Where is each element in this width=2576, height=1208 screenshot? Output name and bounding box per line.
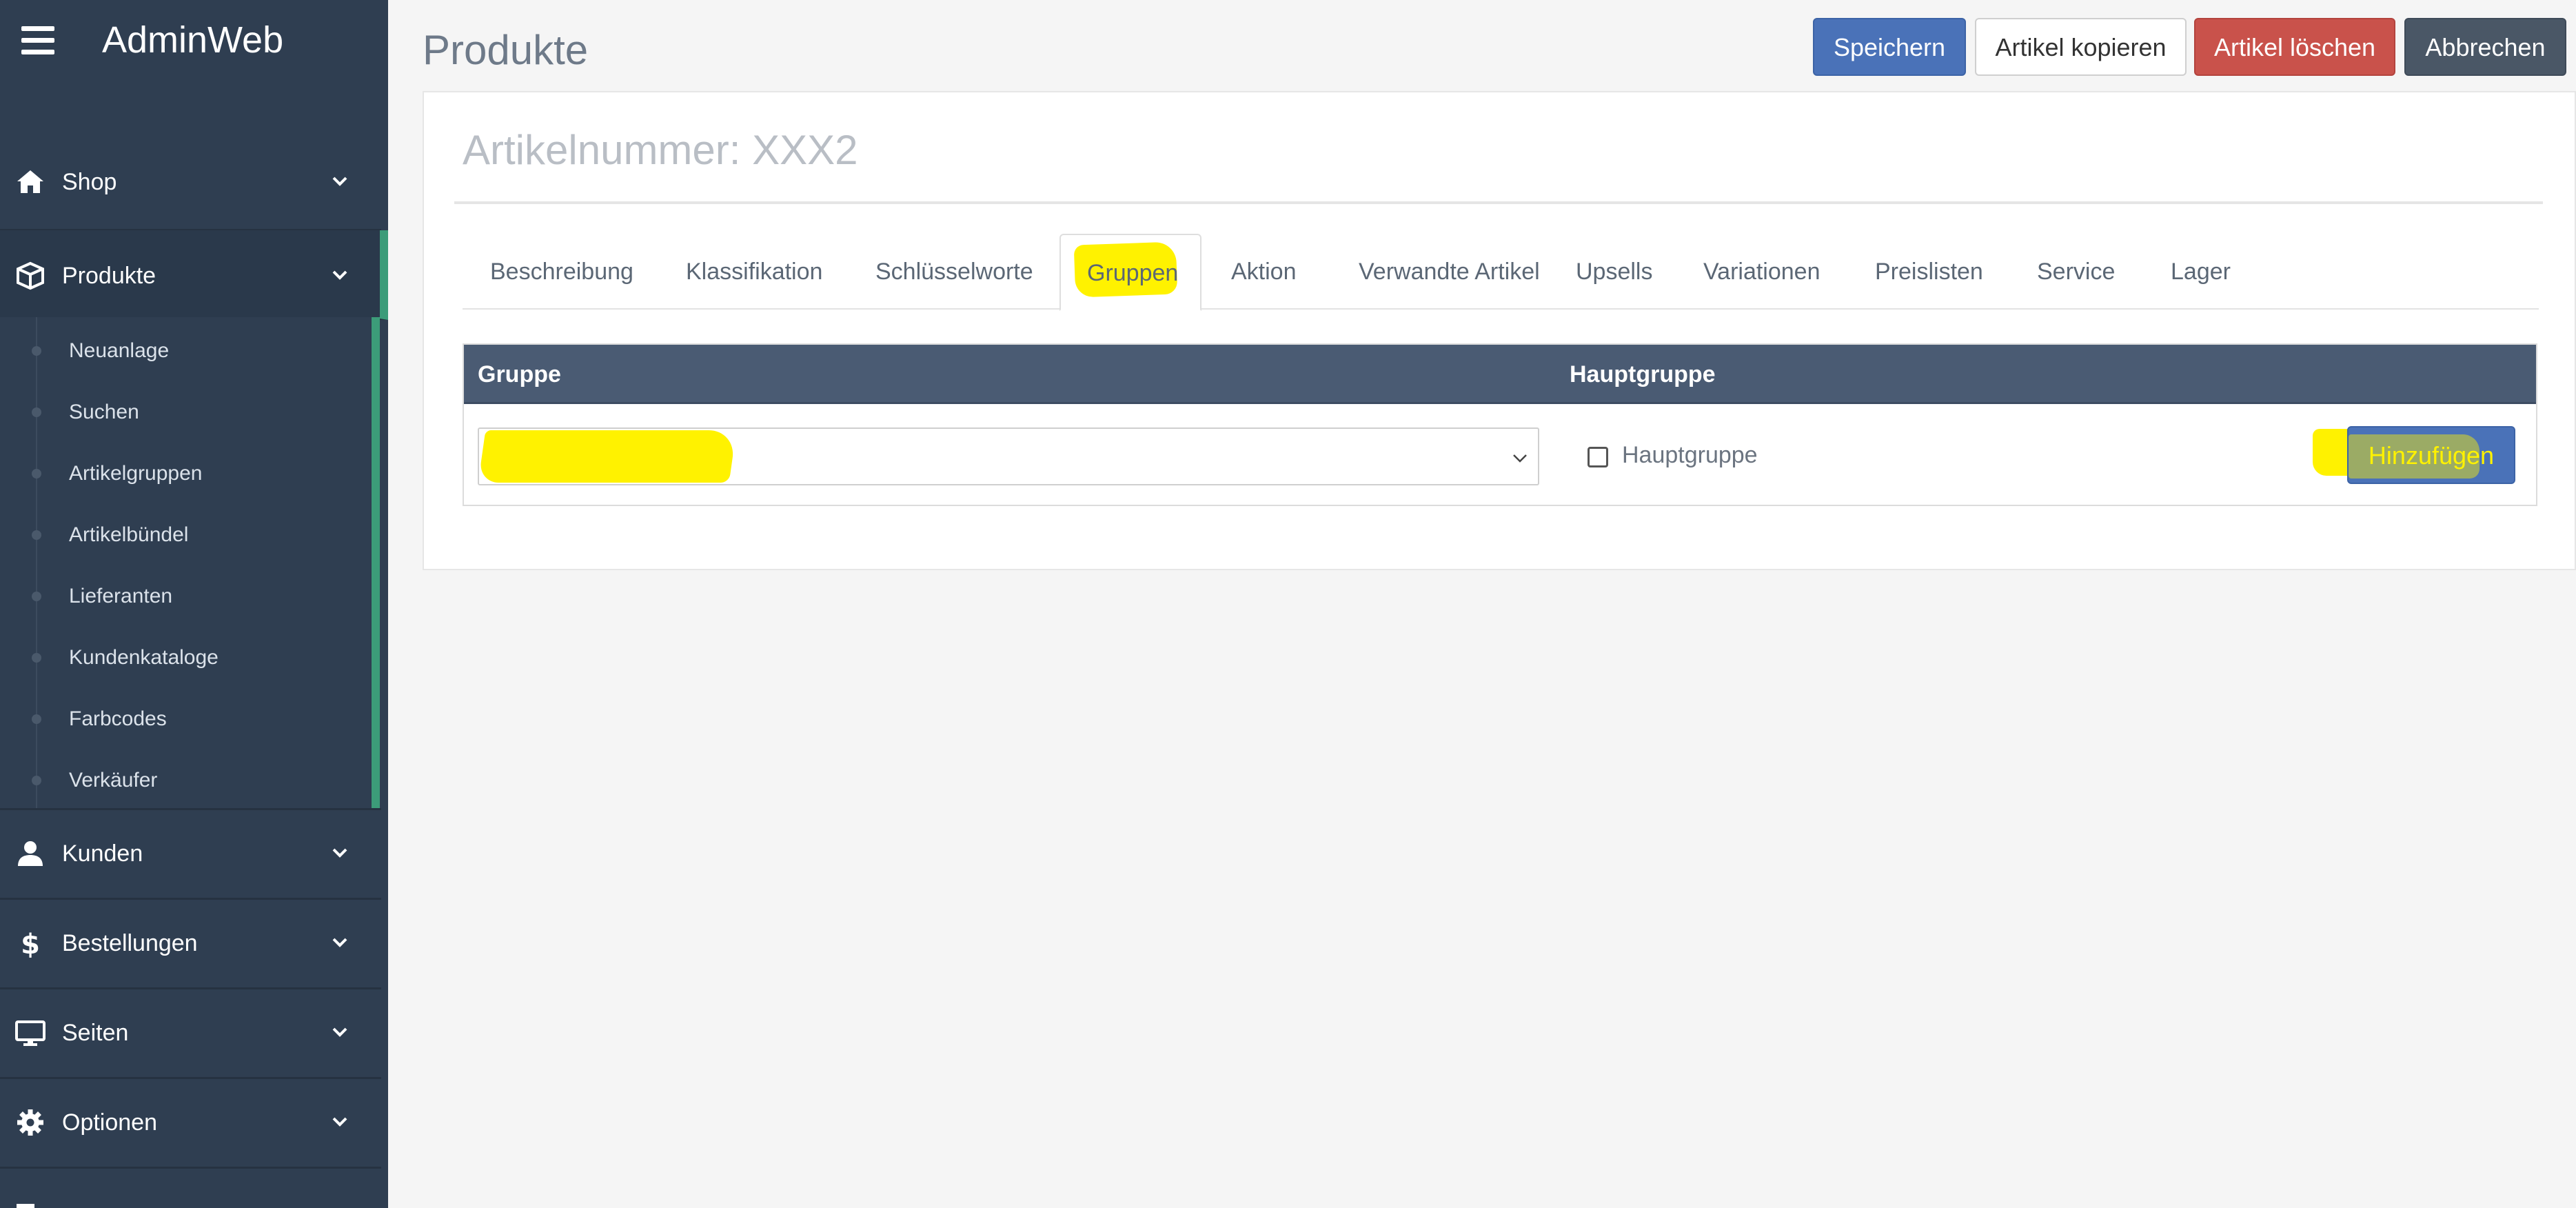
sidebar-header: AdminWeb [0,0,388,83]
submenu-label: Neuanlage [69,339,170,362]
tab-variationen[interactable]: Variationen [1703,234,1821,310]
chevron-down-icon [332,177,347,186]
chevron-down-icon [332,848,347,858]
submenu-label: Verkäufer [69,769,158,792]
group-select[interactable] [478,427,1539,485]
chevron-down-icon [332,1117,347,1127]
home-icon [17,170,43,193]
save-button[interactable]: Speichern [1813,18,1966,76]
bullet-icon [32,469,41,479]
svg-text:$: $ [21,929,40,958]
sidebar-item-label: Kunden [62,840,143,867]
bullet-icon [32,407,41,417]
sidebar-item-seiten[interactable]: Seiten [0,987,388,1077]
column-header-hauptgruppe: Hauptgruppe [1570,361,1716,387]
bullet-icon [32,714,41,724]
submenu-label: Farbcodes [69,707,167,730]
sidebar-item-label: Shop [62,169,117,195]
chevron-down-icon [332,1027,347,1037]
sidebar-item-optionen[interactable]: Optionen [0,1077,388,1167]
sidebar-item-label: Bestellungen [62,930,198,956]
cube-icon [17,261,44,290]
sidebar-item-bestellungen[interactable]: $ Bestellungen [0,898,388,987]
sidebar-item-produkte[interactable]: Produkte [0,230,388,320]
submenu-label: Lieferanten [69,585,173,607]
page-title: Produkte [423,27,589,73]
groups-table: Gruppe Hauptgruppe Hauptgruppe Hinzufüge… [463,343,2537,506]
submenu-item-lieferanten[interactable]: Lieferanten [0,568,372,623]
highlight-marker [478,430,737,483]
sidebar-item-label: Seiten [62,1020,129,1046]
submenu-item-kundenkataloge[interactable]: Kundenkataloge [0,630,372,685]
tab-aktion[interactable]: Aktion [1231,234,1297,310]
hauptgruppe-checkbox[interactable] [1588,447,1608,467]
main-content: Produkte Speichern Artikel kopieren Arti… [388,0,2576,1208]
submenu-label: Artikelgruppen [69,462,203,485]
dollar-icon: $ [21,929,40,958]
tab-verwandte-artikel[interactable]: Verwandte Artikel [1359,234,1540,310]
sidebar-item-label: Produkte [62,263,156,289]
add-group-button-label: Hinzufügen [2368,441,2495,470]
sidebar-item-partial[interactable] [0,1167,388,1208]
gear-icon [17,1109,43,1136]
hauptgruppe-checkbox-label: Hauptgruppe [1622,442,1758,468]
chevron-down-icon [332,270,347,280]
table-header: Gruppe Hauptgruppe [464,345,2536,404]
product-panel: Artikelnummer: XXX2 Beschreibung Klassif… [423,91,2576,570]
sidebar-item-shop[interactable]: Shop [0,137,388,226]
submenu-label: Suchen [69,401,139,423]
tab-klassifikation[interactable]: Klassifikation [686,234,822,310]
sidebar-item-kunden[interactable]: Kunden [0,808,388,898]
sidebar: AdminWeb Shop Produkte Neuanlage Suchen … [0,0,388,1208]
article-number-title: Artikelnummer: XXX2 [463,127,858,173]
monitor-icon [15,1020,45,1046]
add-group-button[interactable]: Hinzufügen [2347,426,2515,484]
submenu-label: Artikelbündel [69,523,189,546]
user-icon [18,841,43,866]
delete-article-button[interactable]: Artikel löschen [2194,18,2395,76]
submenu-item-farbcodes[interactable]: Farbcodes [0,691,372,746]
tab-gruppen[interactable]: Gruppen [1059,234,1201,311]
bullet-icon [32,346,41,356]
produkte-submenu: Neuanlage Suchen Artikelgruppen Artikelb… [0,317,380,808]
tab-bar: Beschreibung Klassifikation Schlüsselwor… [463,234,2539,311]
submenu-item-suchen[interactable]: Suchen [0,384,372,439]
bullet-icon [32,530,41,540]
tab-upsells[interactable]: Upsells [1576,234,1652,310]
divider [454,201,2543,204]
sidebar-item-label: Optionen [62,1109,157,1136]
submenu-item-artikelgruppen[interactable]: Artikelgruppen [0,445,372,501]
cancel-button[interactable]: Abbrechen [2404,18,2566,76]
tab-schluesselworte[interactable]: Schlüsselworte [875,234,1033,310]
brand-logo-text[interactable]: AdminWeb [102,17,283,63]
tab-beschreibung[interactable]: Beschreibung [490,234,633,310]
bullet-icon [32,592,41,601]
submenu-item-verkaeufer[interactable]: Verkäufer [0,752,372,807]
bullet-icon [32,653,41,663]
chevron-down-icon [332,938,347,947]
copy-article-button[interactable]: Artikel kopieren [1975,18,2187,76]
bullet-icon [32,776,41,785]
tab-lager[interactable]: Lager [2171,234,2231,310]
hamburger-menu-icon[interactable] [21,26,54,55]
submenu-label: Kundenkataloge [69,646,219,669]
truck-icon [17,1204,34,1208]
submenu-item-artikelbuendel[interactable]: Artikelbündel [0,507,372,562]
column-header-gruppe: Gruppe [478,361,561,387]
submenu-item-neuanlage[interactable]: Neuanlage [0,323,372,378]
tab-preislisten[interactable]: Preislisten [1875,234,1983,310]
tab-service[interactable]: Service [2037,234,2115,310]
chevron-down-icon [1513,454,1527,463]
